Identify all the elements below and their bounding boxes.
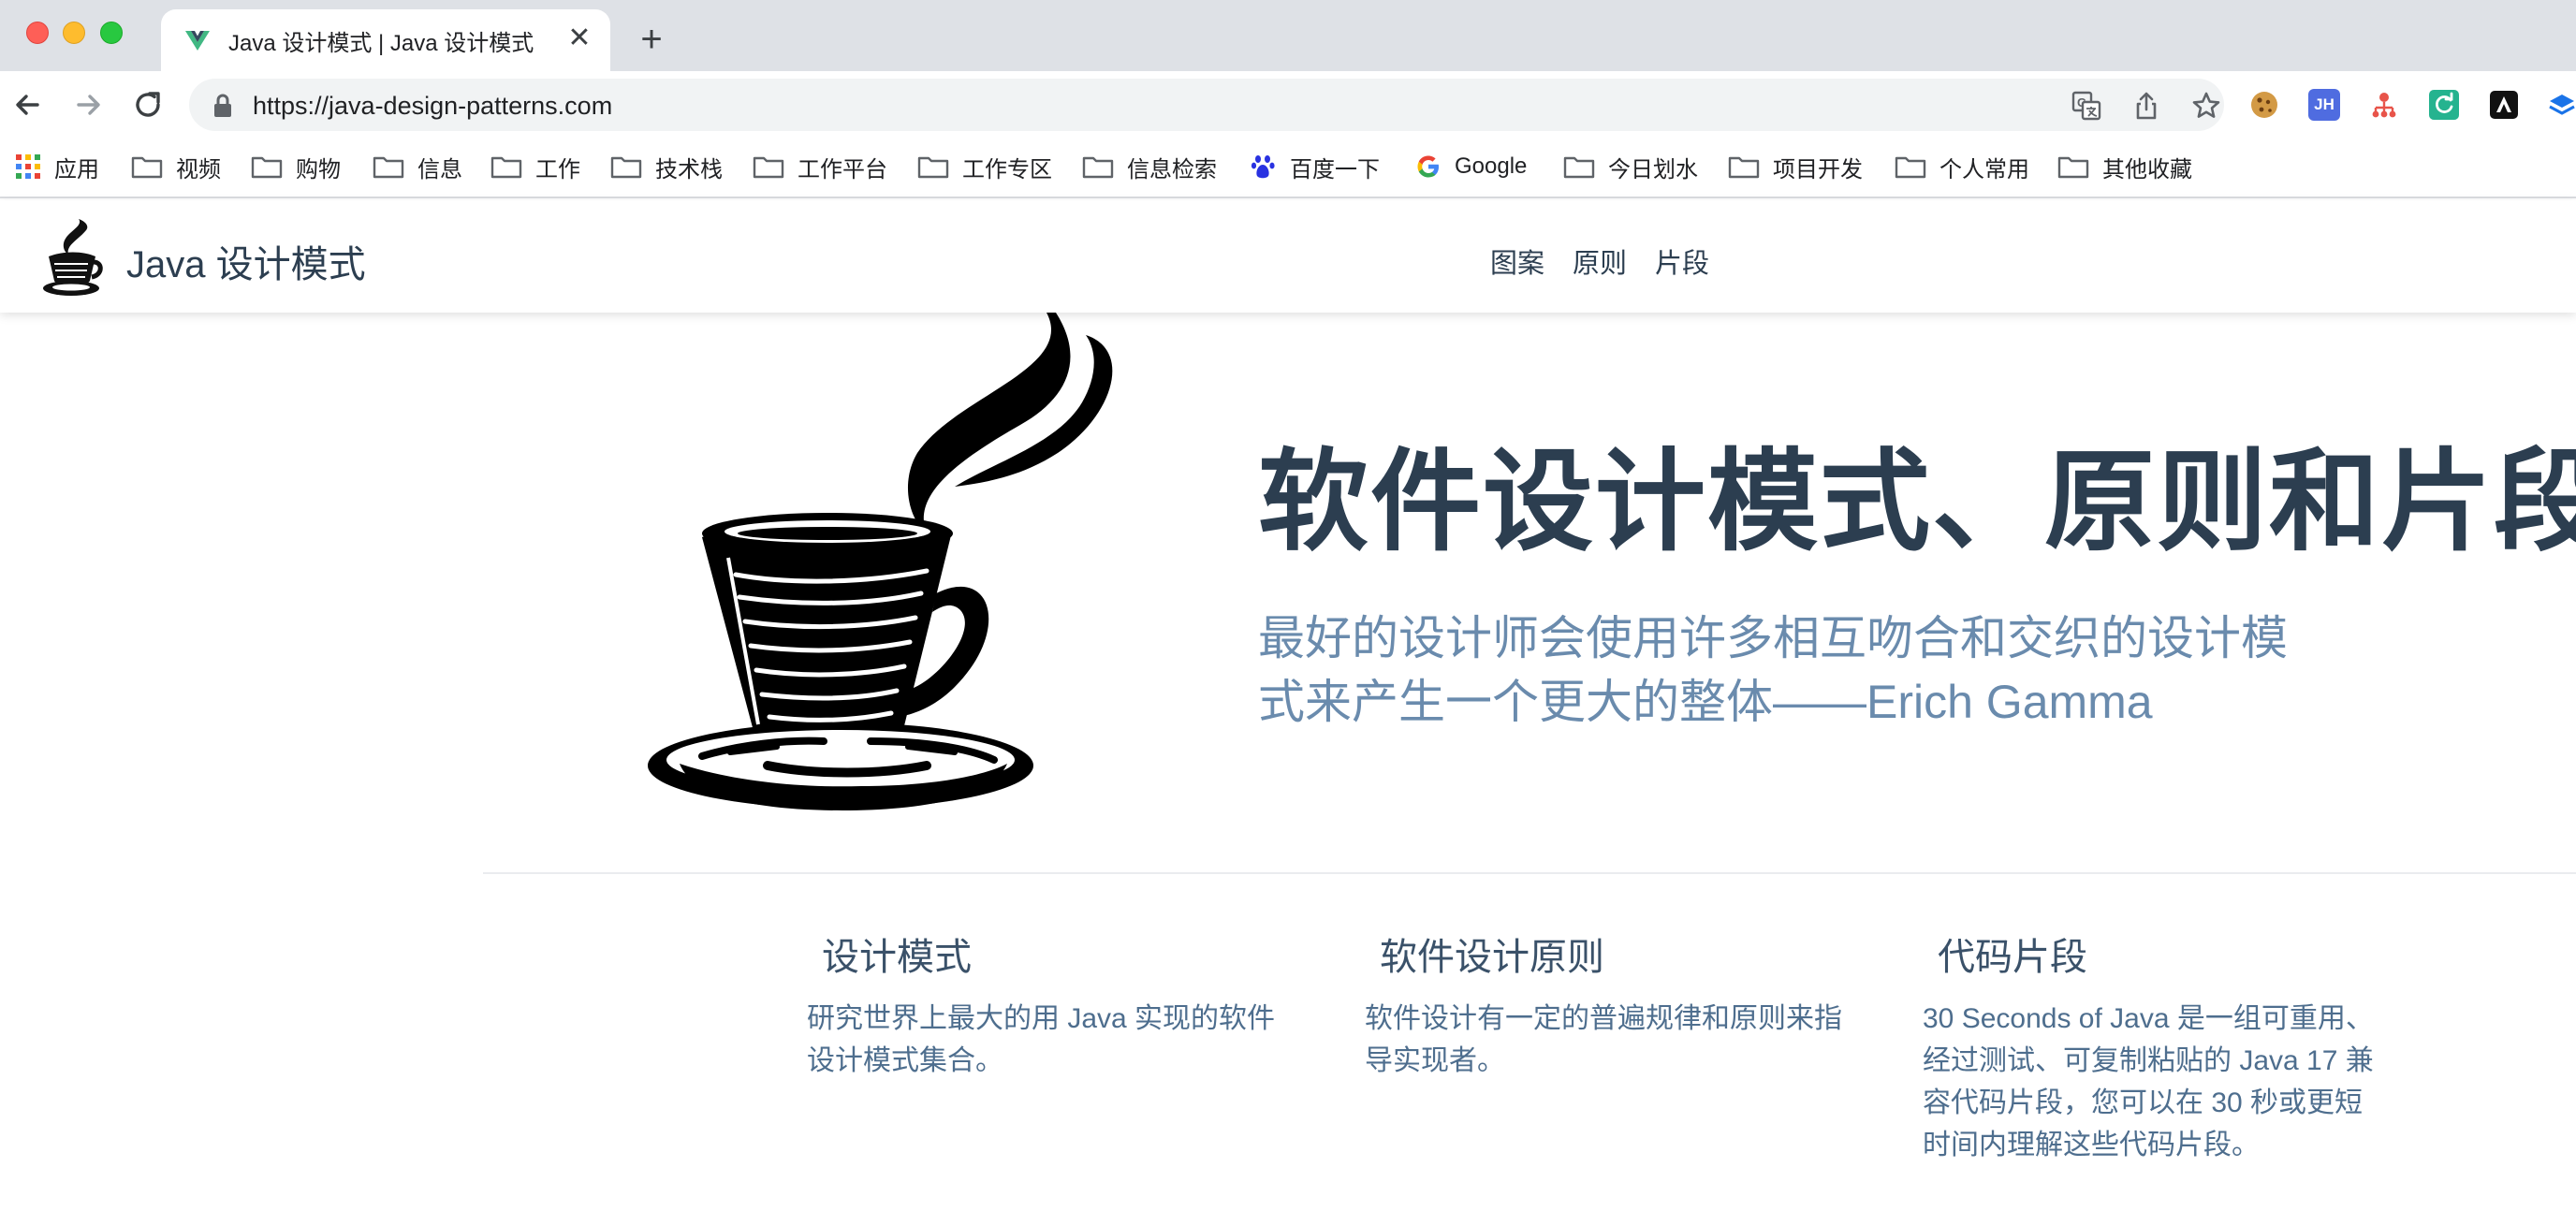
folder-icon bbox=[610, 156, 642, 179]
bookmark-label: 工作专区 bbox=[962, 156, 1052, 182]
nav-link-patterns[interactable]: 图案 bbox=[1490, 241, 1544, 281]
bookmark-label: 个人常用 bbox=[1939, 156, 2029, 182]
hero-coffee-cup-illustration bbox=[648, 313, 1113, 810]
layers-extension-icon[interactable] bbox=[2546, 89, 2576, 121]
feature-text: 研究世界上最大的用 Java 实现的软件设计模式集合。 bbox=[807, 1003, 1276, 1076]
bookmark-label: 视频 bbox=[176, 156, 221, 182]
bookmark-label: Google bbox=[1455, 153, 1528, 179]
bookmark-folder[interactable]: 其他收藏 bbox=[2057, 148, 2192, 185]
site-favicon-icon bbox=[185, 31, 210, 51]
bookmark-label: 项目开发 bbox=[1773, 156, 1863, 182]
share-icon[interactable] bbox=[2130, 90, 2162, 122]
network-extension-icon[interactable] bbox=[2368, 89, 2400, 121]
forward-arrow-icon[interactable] bbox=[69, 86, 107, 124]
bookmark-folder[interactable]: 个人常用 bbox=[1895, 148, 2029, 185]
browser-toolbar: https://java-design-patterns.com G JH bbox=[0, 71, 2576, 139]
translate-icon[interactable]: G bbox=[2071, 90, 2102, 122]
nav-link-principles[interactable]: 原则 bbox=[1573, 241, 1627, 281]
window-close-button[interactable] bbox=[26, 22, 49, 44]
back-arrow-icon[interactable] bbox=[9, 86, 47, 124]
cookie-extension-icon[interactable] bbox=[2248, 89, 2280, 121]
new-tab-button[interactable]: + bbox=[633, 21, 670, 58]
bookmark-folder[interactable]: 工作 bbox=[490, 148, 580, 185]
feature-text: 30 Seconds of Java 是一组可重用、经过测试、可复制粘贴的 Ja… bbox=[1923, 1003, 2374, 1160]
folder-icon bbox=[2057, 156, 2089, 179]
reload-icon[interactable] bbox=[129, 86, 167, 124]
bookmarks-bar: 应用 视频 购物 信息 工作 技术栈 工作平台 工作专区 信息检索 百度一下 G… bbox=[0, 139, 2576, 198]
bookmark-folder[interactable]: 视频 bbox=[131, 148, 221, 185]
site-logo-coffee-icon[interactable] bbox=[37, 217, 105, 298]
folder-icon bbox=[373, 156, 404, 179]
bookmark-folder[interactable]: 今日划水 bbox=[1563, 148, 1698, 185]
window-zoom-button[interactable] bbox=[100, 22, 123, 44]
bookmark-label: 其他收藏 bbox=[2102, 156, 2192, 182]
tab-title: Java 设计模式 | Java 设计模式 bbox=[228, 31, 534, 56]
hero-tagline: 最好的设计师会使用许多相互吻合和交织的设计模式来产生一个更大的整体——Erich… bbox=[1258, 612, 2288, 728]
bookmark-apps[interactable]: 应用 bbox=[15, 148, 99, 185]
folder-icon bbox=[251, 156, 283, 179]
section-divider bbox=[483, 872, 2576, 874]
notion-extension-icon[interactable] bbox=[2488, 89, 2520, 121]
nav-link-snippets[interactable]: 片段 bbox=[1655, 241, 1709, 281]
lock-icon[interactable] bbox=[212, 94, 234, 118]
bookmark-label: 百度一下 bbox=[1290, 156, 1380, 182]
folder-icon bbox=[753, 156, 784, 179]
tab-close-icon[interactable]: ✕ bbox=[564, 22, 595, 54]
folder-icon bbox=[1082, 156, 1114, 179]
bookmark-label: 工作 bbox=[535, 156, 580, 182]
baidu-paw-icon bbox=[1251, 155, 1275, 179]
bookmark-star-icon[interactable] bbox=[2190, 90, 2222, 122]
feature-title: 软件设计原则 bbox=[1380, 937, 1604, 978]
bookmark-label: 信息检索 bbox=[1127, 156, 1217, 182]
jh-extension-icon[interactable]: JH bbox=[2308, 89, 2340, 121]
url-text[interactable]: https://java-design-patterns.com bbox=[253, 92, 612, 121]
google-g-icon bbox=[1417, 155, 1439, 178]
folder-icon bbox=[131, 156, 163, 179]
feature-title: 设计模式 bbox=[822, 937, 972, 978]
folder-icon bbox=[1728, 156, 1760, 179]
bookmark-label: 技术栈 bbox=[655, 156, 723, 182]
site-header: Java 设计模式 图案 原则 片段 bbox=[0, 200, 2576, 313]
bookmark-baidu[interactable]: 百度一下 bbox=[1251, 148, 1380, 185]
bookmark-label: 今日划水 bbox=[1608, 156, 1698, 182]
bookmark-folder[interactable]: 购物 bbox=[251, 148, 341, 185]
feature-card-design-principles: 软件设计原则 软件设计有一定的普遍规律和原则来指导实现者。 bbox=[1365, 926, 1852, 1082]
bookmark-folder[interactable]: 工作专区 bbox=[917, 148, 1052, 185]
bookmark-folder[interactable]: 技术栈 bbox=[610, 148, 723, 185]
feature-title: 代码片段 bbox=[1938, 937, 2087, 978]
address-bar[interactable]: https://java-design-patterns.com G bbox=[189, 79, 2224, 131]
bookmark-folder[interactable]: 工作平台 bbox=[753, 148, 887, 185]
feature-card-code-snippets: 代码片段 30 Seconds of Java 是一组可重用、经过测试、可复制粘… bbox=[1923, 926, 2391, 1166]
feature-card-design-patterns: 设计模式 研究世界上最大的用 Java 实现的软件设计模式集合。 bbox=[807, 926, 1294, 1082]
bookmark-folder[interactable]: 项目开发 bbox=[1728, 148, 1863, 185]
refresh-extension-icon[interactable] bbox=[2428, 89, 2460, 121]
site-name[interactable]: Java 设计模式 bbox=[126, 234, 366, 288]
window-minimize-button[interactable] bbox=[63, 22, 85, 44]
folder-icon bbox=[1895, 156, 1926, 179]
bookmark-label: 信息 bbox=[417, 156, 462, 182]
folder-icon bbox=[1563, 156, 1595, 179]
bookmark-label: 应用 bbox=[54, 156, 99, 182]
browser-tab-active[interactable]: Java 设计模式 | Java 设计模式 ✕ bbox=[161, 9, 610, 71]
apps-grid-icon bbox=[16, 154, 40, 179]
hero-title: 软件设计模式、原则和片段 bbox=[1258, 441, 2576, 564]
feature-text: 软件设计有一定的普遍规律和原则来指导实现者。 bbox=[1365, 1003, 1842, 1076]
bookmark-google[interactable]: Google bbox=[1415, 148, 1527, 185]
browser-tab-strip: Java 设计模式 | Java 设计模式 ✕ + bbox=[0, 0, 2576, 71]
bookmark-folder[interactable]: 信息检索 bbox=[1082, 148, 1217, 185]
bookmark-folder[interactable]: 信息 bbox=[373, 148, 462, 185]
folder-icon bbox=[917, 156, 949, 179]
folder-icon bbox=[490, 156, 522, 179]
bookmark-label: 工作平台 bbox=[798, 156, 887, 182]
bookmark-label: 购物 bbox=[296, 156, 341, 182]
